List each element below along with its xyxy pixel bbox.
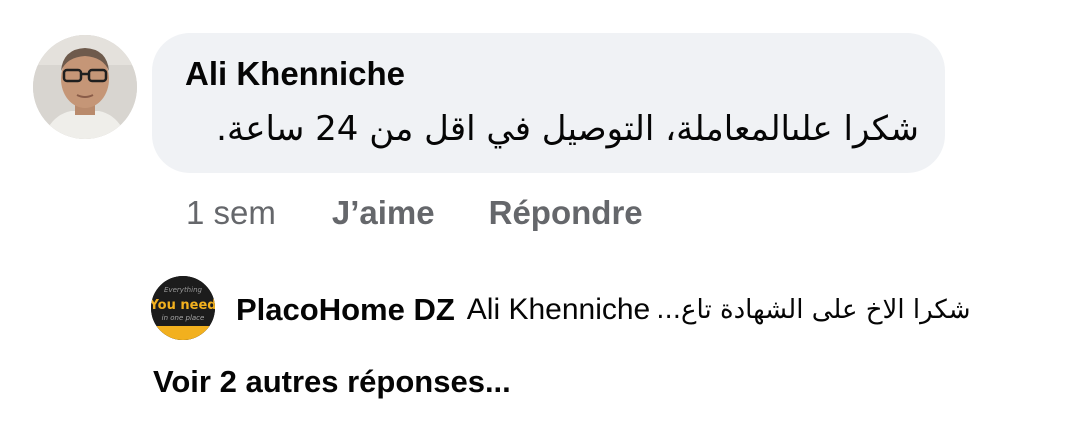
logo-text-bottom: in one place: [162, 314, 205, 322]
brand-logo-avatar-icon: Everything You need in one place: [151, 276, 215, 340]
logo-text-main: You need: [151, 298, 215, 313]
view-more-replies-link[interactable]: Voir 2 autres réponses...: [153, 364, 511, 400]
comment-timestamp[interactable]: 1 sem: [186, 194, 276, 232]
user-photo-avatar-icon: [33, 35, 137, 139]
reply-author-avatar[interactable]: Everything You need in one place: [151, 276, 215, 340]
reply-preview[interactable]: PlacoHome DZ Ali Khenniche شكرا الاخ على…: [236, 288, 971, 332]
like-button[interactable]: J’aime: [332, 194, 435, 232]
comment-bubble: Ali Khenniche شكرا علىالمعاملة، التوصيل …: [152, 33, 945, 173]
reply-mention[interactable]: Ali Khenniche: [467, 293, 650, 327]
reply-snippet: شكرا الاخ على الشهادة تاع...: [656, 295, 971, 325]
comment-actions: 1 sem J’aime Répondre: [186, 193, 643, 233]
comment-author-name[interactable]: Ali Khenniche: [185, 55, 405, 93]
reply-button[interactable]: Répondre: [489, 194, 643, 232]
logo-text-top: Everything: [164, 286, 202, 294]
reply-author-name[interactable]: PlacoHome DZ: [236, 292, 455, 328]
comment-text: شكرا علىالمعاملة، التوصيل في اقل من 24 س…: [216, 109, 919, 149]
commenter-avatar[interactable]: [33, 35, 137, 139]
